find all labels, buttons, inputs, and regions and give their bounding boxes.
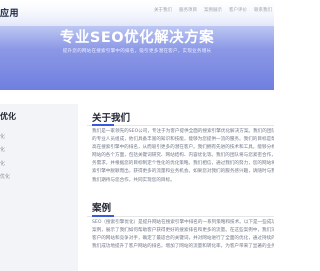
sidebar-item-3[interactable]: 化 xyxy=(0,160,5,167)
top-header: 应用 关于我们 服务项目 案例展示 客户评价 联系我们 xyxy=(0,0,274,26)
about-line: 我们期待与您合作，共同实现您的目标。 xyxy=(92,177,175,183)
about-line: 高在搜索引擎中的排名，从而吸引更多的潜在客户。我们拥有先进的技术和工具，能够分析… xyxy=(92,145,274,151)
cases-line: SEO（搜索引擎优化）是提升网站在搜索引擎中排名的一系列策略和技术。以下是一些成… xyxy=(92,220,274,225)
nav-item-cases[interactable]: 案例展示 xyxy=(204,7,222,13)
nav-item-contact[interactable]: 联系我们 xyxy=(254,7,272,13)
cases-line: 案例，展示了我们如何帮助客户获得更好的搜索排名和更多的流量。在这些案例中，我们深… xyxy=(92,228,274,234)
nav-item-reviews[interactable]: 客户评价 xyxy=(229,7,247,13)
sidebar-item-2[interactable]: 化 xyxy=(0,146,5,153)
cases-line: 客户的网站和竞争对手，确定了最适合的关键词，并对网站进行了全面的优化，通过持续的… xyxy=(92,236,274,242)
main-nav: 关于我们 服务项目 案例展示 客户评价 联系我们 xyxy=(154,7,272,13)
hero-title: 专业SEO优化解决方案 xyxy=(59,30,215,46)
sidebar-item-4[interactable]: 优化 xyxy=(0,173,10,180)
about-line: 的专业人员组成，他们具备丰富的知识和技能，能够为您提供一流的服务。我们的目标是帮… xyxy=(92,137,274,143)
about-title: 关于我们 xyxy=(92,113,131,124)
cases-line: 我们成功地提升了客户网站的排名，增加了网站的流量和转化率，为客户带来了显著的业务… xyxy=(92,244,274,250)
about-divider xyxy=(87,125,274,126)
cases-title: 案例 xyxy=(92,203,112,214)
about-line: 务需求，并根据您的目标制定个性化的优化策略。我们相信，通过我们的努力，您的网站将… xyxy=(92,161,274,167)
cases-text: SEO（搜索引擎优化）是提升网站在搜索引擎中排名的一系列策略和技术。以下是一些成… xyxy=(92,219,274,251)
cases-accent-bar xyxy=(92,215,114,217)
sidebar-item-1[interactable]: 化 xyxy=(0,133,5,140)
nav-item-about[interactable]: 关于我们 xyxy=(154,7,172,13)
about-text: 我们是一家领先的SEO公司，专注于为客户提供全面的搜索引擎优化解决方案。我们的团… xyxy=(92,128,274,185)
hero-subtitle: 提升您的网站在搜索引擎中的排名，吸引更多潜在客户，实现业务增长 xyxy=(62,49,212,54)
brand-logo-text[interactable]: 应用 xyxy=(0,6,19,19)
about-accent-bar xyxy=(92,124,114,126)
sidebar: 优化 化 化 化 优化 xyxy=(0,104,78,271)
nav-item-services[interactable]: 服务项目 xyxy=(179,7,197,13)
sidebar-title: 优化 xyxy=(0,112,16,121)
about-line: 我们是一家领先的SEO公司，专注于为客户提供全面的搜索引擎优化解决方案。我们的团… xyxy=(92,129,274,134)
cases-divider xyxy=(87,216,274,217)
about-line: 网站的各个方面，包括关键词研究、网站结构、内容优化等。我们的团队将与您紧密合作，… xyxy=(92,153,274,159)
about-line: 索引擎中脱颖而出，获得更多的流量和业务机会。如果您对我们的服务感兴趣，请随时与我… xyxy=(92,169,274,175)
